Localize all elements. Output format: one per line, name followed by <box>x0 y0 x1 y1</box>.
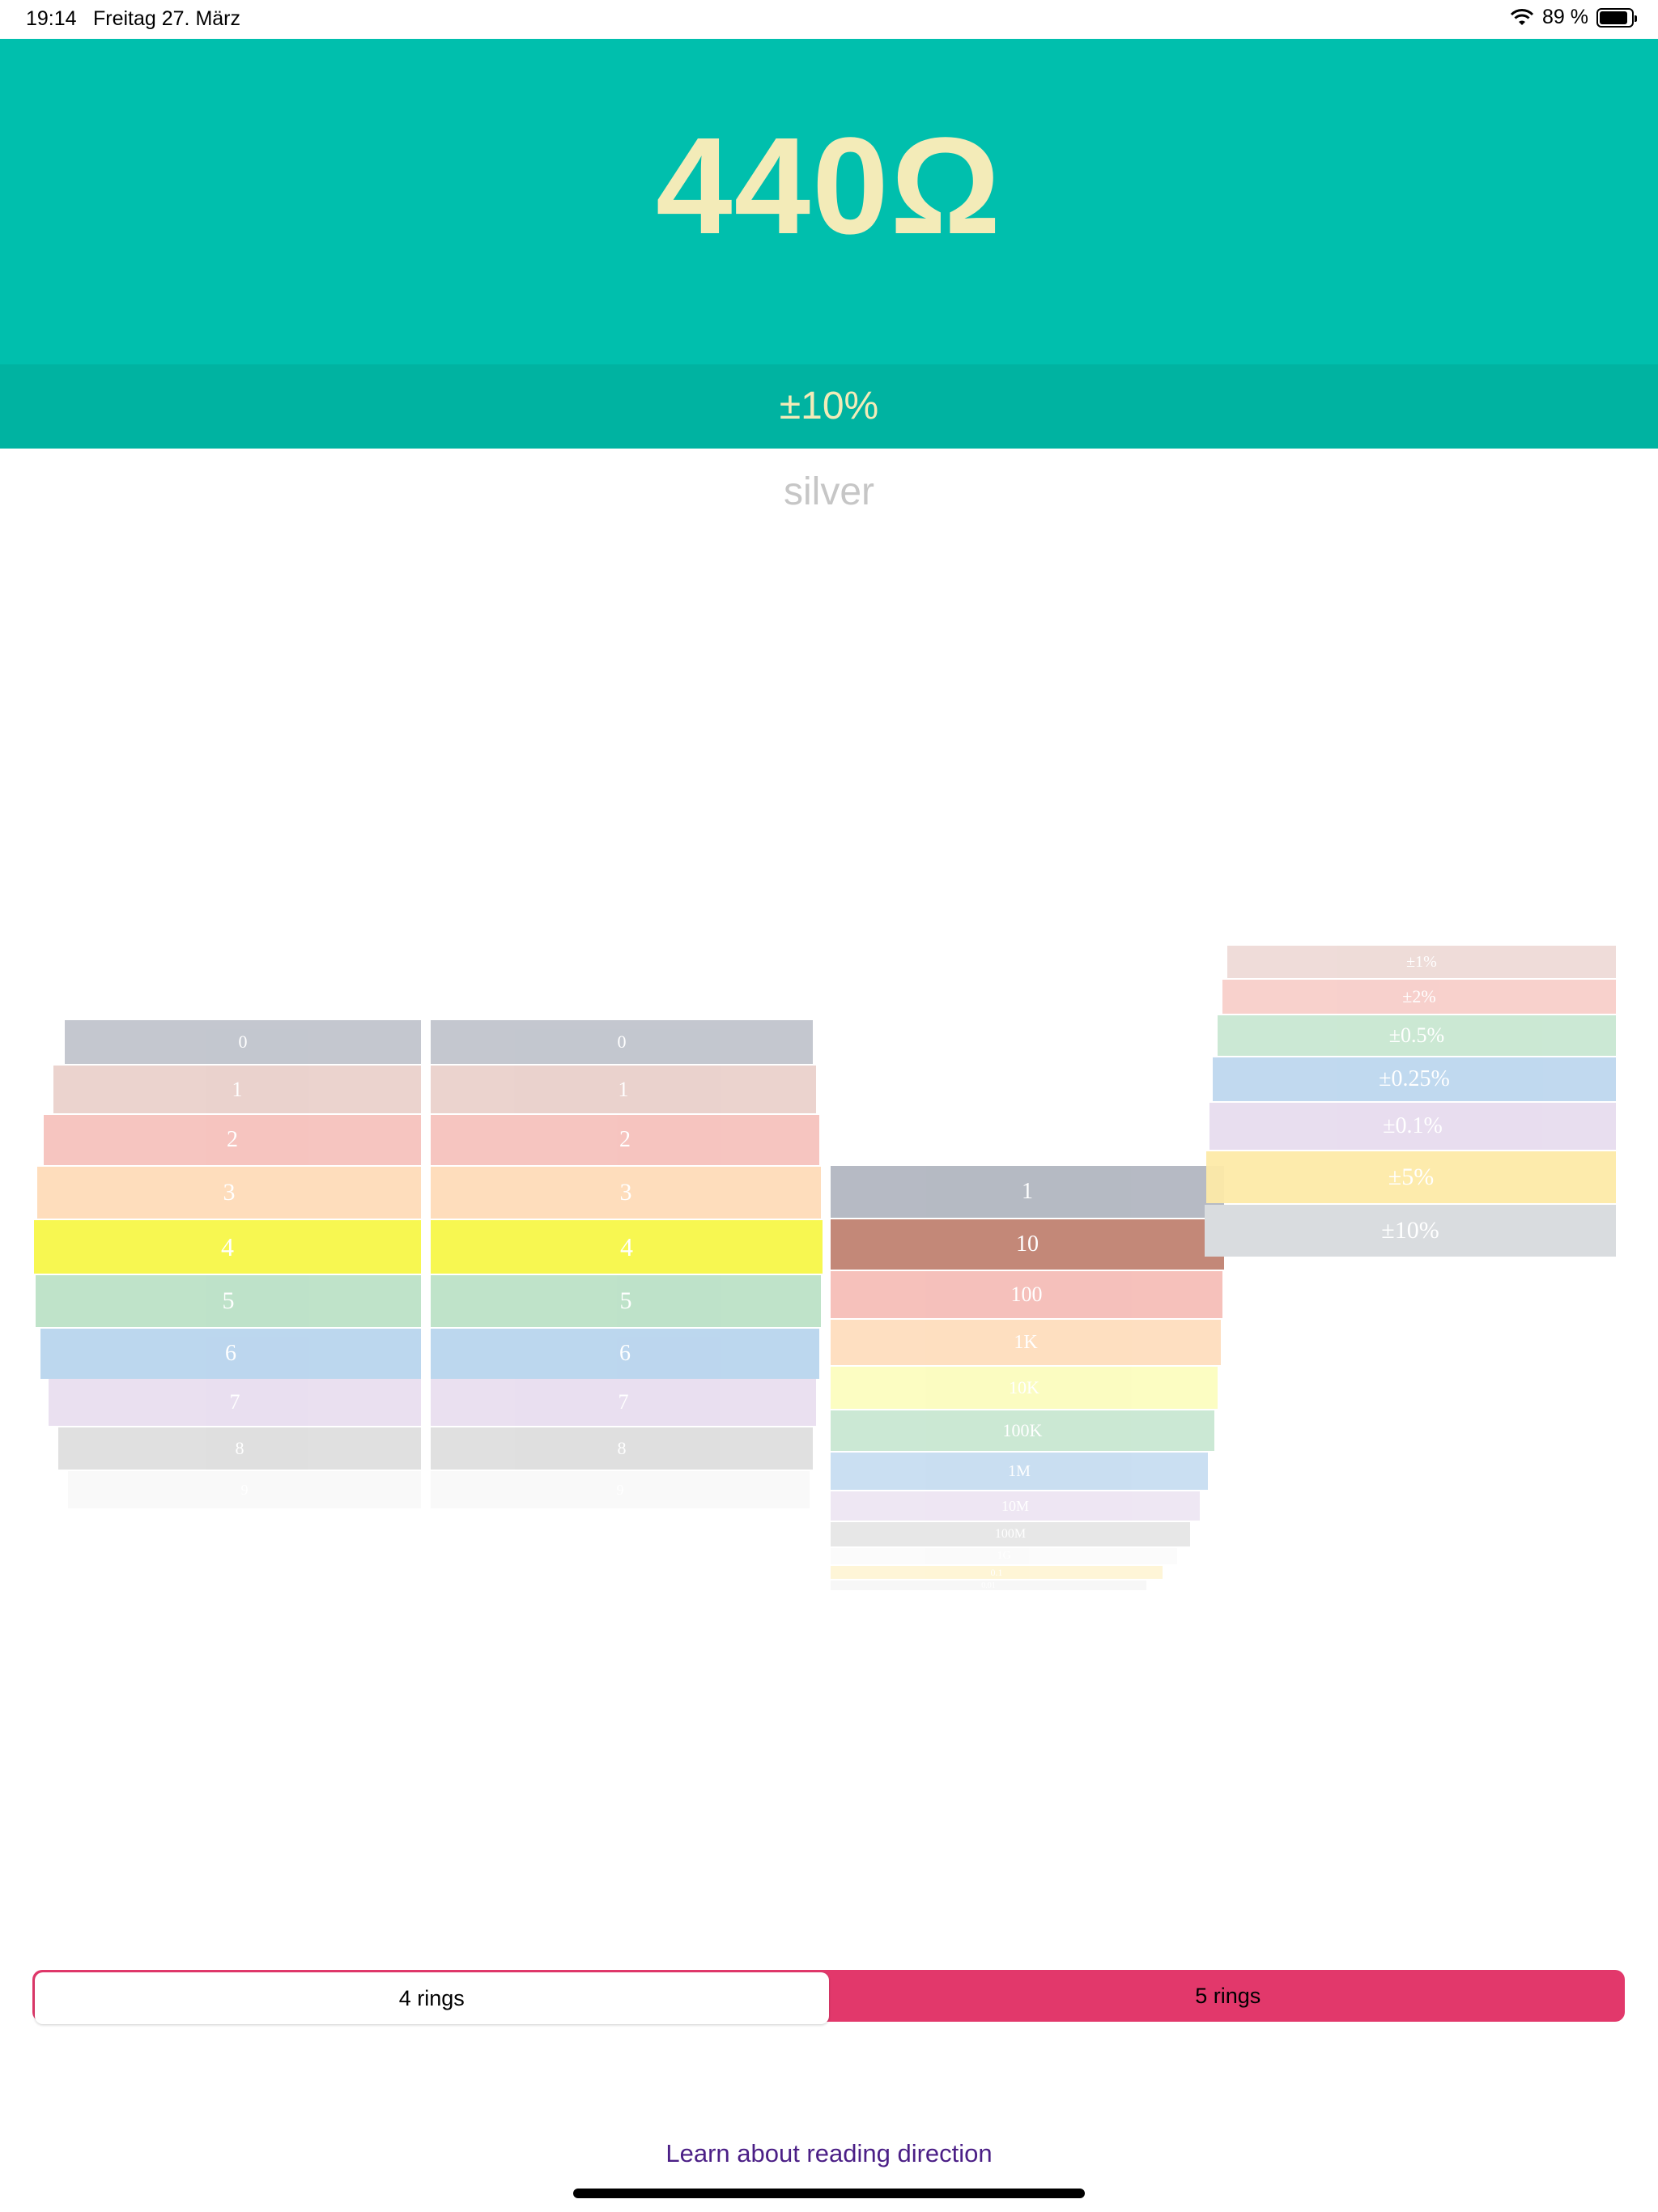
tolerance-band-item[interactable]: ±1% <box>1227 946 1616 978</box>
second-digit-band-item[interactable]: 4 <box>431 1220 823 1274</box>
tolerance-band-item[interactable]: ±10% <box>1205 1205 1616 1257</box>
multiplier-band-item[interactable]: 100K <box>831 1410 1214 1451</box>
learn-reading-direction-link[interactable]: Learn about reading direction <box>0 2139 1658 2168</box>
first-digit-band-item[interactable]: 0 <box>65 1020 421 1064</box>
second-digit-band-item[interactable]: 8 <box>431 1427 813 1470</box>
multiplier-band-item[interactable]: 1 <box>831 1166 1224 1218</box>
multiplier-band-item[interactable]: 0.1 <box>831 1566 1163 1579</box>
first-digit-band-item[interactable]: 6 <box>40 1329 421 1379</box>
tolerance-value: ±10% <box>779 385 879 428</box>
multiplier-band-item[interactable]: 10K <box>831 1367 1218 1409</box>
ring-count-selector[interactable]: 4 rings 5 rings <box>32 1970 1626 2024</box>
first-digit-band-item[interactable]: 8 <box>58 1427 421 1470</box>
multiplier-band-item[interactable]: 1M <box>831 1453 1208 1490</box>
first-digit-band-item[interactable]: 4 <box>34 1220 421 1274</box>
home-indicator <box>573 2189 1085 2198</box>
second-digit-band-item[interactable]: 2 <box>431 1115 819 1165</box>
first-digit-wheel[interactable]: 0123456789 <box>32 1020 453 1508</box>
status-time: 19:14 <box>26 7 77 30</box>
second-digit-band-item[interactable]: 7 <box>431 1379 816 1426</box>
resistance-value: 440Ω <box>656 109 1002 263</box>
second-digit-band-item[interactable]: 0 <box>431 1020 813 1064</box>
segment-5-rings[interactable]: 5 rings <box>831 1970 1626 2022</box>
multiplier-band-item[interactable]: 0.01 <box>831 1580 1146 1590</box>
second-digit-band-item[interactable]: 5 <box>431 1275 821 1327</box>
first-digit-band-item[interactable]: 1 <box>53 1066 421 1113</box>
first-digit-band-item[interactable]: 5 <box>36 1275 421 1327</box>
wifi-icon <box>1510 8 1534 25</box>
first-digit-band-item[interactable]: 9 <box>68 1471 421 1508</box>
tolerance-band-item[interactable]: ±0.25% <box>1213 1057 1616 1101</box>
first-digit-band-item[interactable]: 2 <box>44 1115 421 1165</box>
segment-4-rings[interactable]: 4 rings <box>35 1972 829 2024</box>
second-digit-band-item[interactable]: 3 <box>431 1167 821 1219</box>
tolerance-band-item[interactable]: ±0.5% <box>1218 1015 1616 1056</box>
tolerance-band-item[interactable]: ±2% <box>1222 980 1616 1014</box>
multiplier-band-item[interactable]: 1K <box>831 1320 1221 1365</box>
second-digit-band-item[interactable]: 1 <box>431 1066 816 1113</box>
tolerance-color-name: silver <box>783 470 874 513</box>
tolerance-wheel[interactable]: ±1% ±2% ±0.5% ±0.25% ±0.1% ±5% ±10% <box>1203 946 1656 1257</box>
second-digit-band-item[interactable]: 6 <box>431 1329 819 1379</box>
multiplier-band-item[interactable]: 100M <box>831 1522 1190 1546</box>
tolerance-band-item[interactable]: ±5% <box>1206 1151 1616 1203</box>
first-digit-band-item[interactable]: 3 <box>37 1167 421 1219</box>
multiplier-band-item[interactable]: 10 <box>831 1219 1224 1270</box>
multiplier-band-item[interactable]: 10M <box>831 1491 1200 1521</box>
multiplier-band-item[interactable]: 1G <box>831 1548 1177 1564</box>
tolerance-band-item[interactable]: ±0.1% <box>1209 1103 1616 1150</box>
tolerance-bar: ±10% <box>0 364 1658 449</box>
multiplier-band-item[interactable]: 100 <box>831 1271 1222 1318</box>
status-bar: 19:14 Freitag 27. März 89 % <box>0 0 1658 39</box>
battery-icon <box>1596 7 1637 28</box>
second-digit-band-item[interactable]: 9 <box>431 1471 810 1508</box>
second-digit-wheel[interactable]: 0123456789 <box>431 1020 855 1508</box>
battery-percent: 89 % <box>1542 6 1588 28</box>
status-right: 89 % <box>1510 6 1637 29</box>
multiplier-wheel[interactable]: 1 10 100 1K 10K 100K 1M 10M 100M 1G 0.1 0.01 <box>831 1166 1256 1590</box>
first-digit-band-item[interactable]: 7 <box>49 1379 421 1426</box>
status-date: Freitag 27. März <box>93 7 241 30</box>
